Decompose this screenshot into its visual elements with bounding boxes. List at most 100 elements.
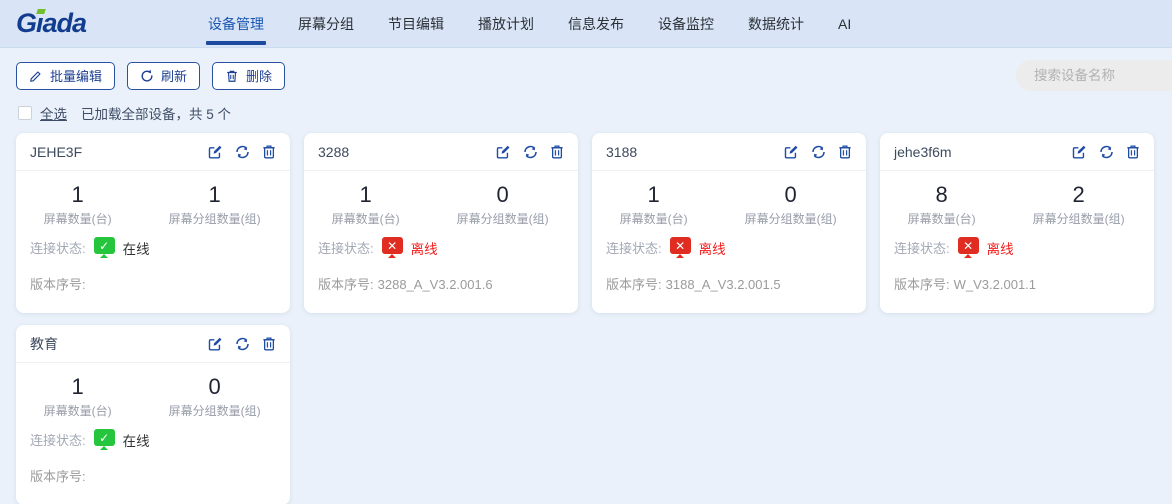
refresh-button[interactable]: 刷新 xyxy=(127,62,200,90)
tab-playback-schedule[interactable]: 播放计划 xyxy=(478,0,534,47)
device-card[interactable]: 教育 1 屏幕数量(台) 0 屏幕分组数量(组) xyxy=(16,325,290,504)
group-count-value: 1 xyxy=(139,182,290,208)
app-header: Gıada 设备管理 屏幕分组 节目编辑 播放计划 信息发布 设备监控 数据统计… xyxy=(0,0,1172,48)
device-card[interactable]: 3288 1 屏幕数量(台) 0 屏幕分组数量(组) xyxy=(304,133,578,313)
connection-status-label: 连接状态: xyxy=(894,238,950,257)
card-actions xyxy=(207,144,276,160)
device-name: jehe3f6m xyxy=(894,144,952,160)
version-value: W_V3.2.001.1 xyxy=(954,277,1036,292)
group-count-label: 屏幕分组数量(组) xyxy=(139,402,290,419)
batch-edit-button[interactable]: 批量编辑 xyxy=(16,62,115,90)
tab-screen-groups[interactable]: 屏幕分组 xyxy=(298,0,354,47)
connection-status-label: 连接状态: xyxy=(30,430,86,449)
refresh-icon[interactable] xyxy=(1098,144,1115,160)
refresh-label: 刷新 xyxy=(161,66,187,85)
screen-count-value: 1 xyxy=(592,182,715,208)
connection-status-value: 离线 xyxy=(699,238,726,258)
selection-bar: 全选 已加载全部设备，共 5 个 xyxy=(0,91,1172,123)
group-count-value: 0 xyxy=(427,182,578,208)
connection-status-label: 连接状态: xyxy=(318,238,374,257)
connection-status-row: 连接状态: 离线 xyxy=(880,237,1154,258)
edit-icon[interactable] xyxy=(1071,144,1087,160)
screen-count-value: 1 xyxy=(16,182,139,208)
tab-device-monitoring[interactable]: 设备监控 xyxy=(658,0,714,47)
device-name: 教育 xyxy=(30,334,58,354)
device-card[interactable]: jehe3f6m 8 屏幕数量(台) 2 屏幕分组数量(组) xyxy=(880,133,1154,313)
connection-status-row: 连接状态: 离线 xyxy=(304,237,578,258)
connection-status-value: 离线 xyxy=(411,238,438,258)
card-stats: 1 屏幕数量(台) 0 屏幕分组数量(组) xyxy=(16,363,290,419)
trash-icon[interactable] xyxy=(262,144,276,159)
screen-count-label: 屏幕数量(台) xyxy=(16,210,139,227)
trash-icon[interactable] xyxy=(1126,144,1140,159)
device-card[interactable]: 3188 1 屏幕数量(台) 0 屏幕分组数量(组) xyxy=(592,133,866,313)
connection-status-icon xyxy=(670,237,691,258)
delete-button[interactable]: 删除 xyxy=(212,62,285,90)
screen-count-label: 屏幕数量(台) xyxy=(304,210,427,227)
version-row: 版本序号: xyxy=(16,274,290,293)
group-count-value: 0 xyxy=(139,374,290,400)
tab-info-publishing[interactable]: 信息发布 xyxy=(568,0,624,47)
group-count-label: 屏幕分组数量(组) xyxy=(427,210,578,227)
screen-count-value: 8 xyxy=(880,182,1003,208)
version-label: 版本序号: xyxy=(30,469,86,484)
connection-status-row: 连接状态: 离线 xyxy=(592,237,866,258)
version-label: 版本序号: xyxy=(894,277,950,292)
refresh-icon[interactable] xyxy=(234,144,251,160)
version-row: 版本序号:3188_A_V3.2.001.5 xyxy=(592,274,866,293)
select-all-checkbox[interactable] xyxy=(18,106,32,120)
group-count-label: 屏幕分组数量(组) xyxy=(139,210,290,227)
device-card[interactable]: JEHE3F 1 屏幕数量(台) 1 屏幕分组数量(组) xyxy=(16,133,290,313)
card-stats: 8 屏幕数量(台) 2 屏幕分组数量(组) xyxy=(880,171,1154,227)
version-label: 版本序号: xyxy=(30,277,86,292)
version-value: 3288_A_V3.2.001.6 xyxy=(378,277,493,292)
screen-count-label: 屏幕数量(台) xyxy=(880,210,1003,227)
card-actions xyxy=(207,336,276,352)
trash-icon[interactable] xyxy=(262,336,276,351)
connection-status-icon xyxy=(94,429,115,450)
card-header: jehe3f6m xyxy=(880,133,1154,171)
main-nav: 设备管理 屏幕分组 节目编辑 播放计划 信息发布 设备监控 数据统计 AI xyxy=(208,0,851,47)
connection-status-value: 在线 xyxy=(123,430,150,450)
card-actions xyxy=(783,144,852,160)
version-label: 版本序号: xyxy=(606,277,662,292)
card-stats: 1 屏幕数量(台) 0 屏幕分组数量(组) xyxy=(592,171,866,227)
connection-status-icon xyxy=(958,237,979,258)
select-all-label[interactable]: 全选 xyxy=(40,103,67,123)
connection-status-icon xyxy=(382,237,403,258)
screen-count-label: 屏幕数量(台) xyxy=(592,210,715,227)
refresh-icon[interactable] xyxy=(234,336,251,352)
trash-icon xyxy=(225,69,239,83)
edit-icon[interactable] xyxy=(207,336,223,352)
connection-status-value: 在线 xyxy=(123,238,150,258)
group-count-label: 屏幕分组数量(组) xyxy=(715,210,866,227)
refresh-icon xyxy=(140,69,154,83)
device-name: 3188 xyxy=(606,144,637,160)
screen-count-value: 1 xyxy=(304,182,427,208)
refresh-icon[interactable] xyxy=(810,144,827,160)
card-actions xyxy=(495,144,564,160)
edit-icon[interactable] xyxy=(783,144,799,160)
tab-data-statistics[interactable]: 数据统计 xyxy=(748,0,804,47)
card-actions xyxy=(1071,144,1140,160)
tab-ai[interactable]: AI xyxy=(838,0,851,47)
trash-icon[interactable] xyxy=(550,144,564,159)
edit-icon[interactable] xyxy=(495,144,511,160)
batch-edit-label: 批量编辑 xyxy=(50,66,102,85)
screen-count-label: 屏幕数量(台) xyxy=(16,402,139,419)
screen-count-value: 1 xyxy=(16,374,139,400)
version-row: 版本序号:3288_A_V3.2.001.6 xyxy=(304,274,578,293)
card-header: 3288 xyxy=(304,133,578,171)
group-count-label: 屏幕分组数量(组) xyxy=(1003,210,1154,227)
search-input[interactable] xyxy=(1016,60,1172,91)
trash-icon[interactable] xyxy=(838,144,852,159)
refresh-icon[interactable] xyxy=(522,144,539,160)
group-count-value: 0 xyxy=(715,182,866,208)
tab-device-management[interactable]: 设备管理 xyxy=(208,0,264,47)
tab-program-editing[interactable]: 节目编辑 xyxy=(388,0,444,47)
device-card-grid: JEHE3F 1 屏幕数量(台) 1 屏幕分组数量(组) xyxy=(0,123,1172,504)
toolbar: 批量编辑 刷新 删除 xyxy=(0,48,1172,91)
group-count-value: 2 xyxy=(1003,182,1154,208)
edit-icon[interactable] xyxy=(207,144,223,160)
version-row: 版本序号: W_V3.2.001.1 xyxy=(880,274,1154,293)
